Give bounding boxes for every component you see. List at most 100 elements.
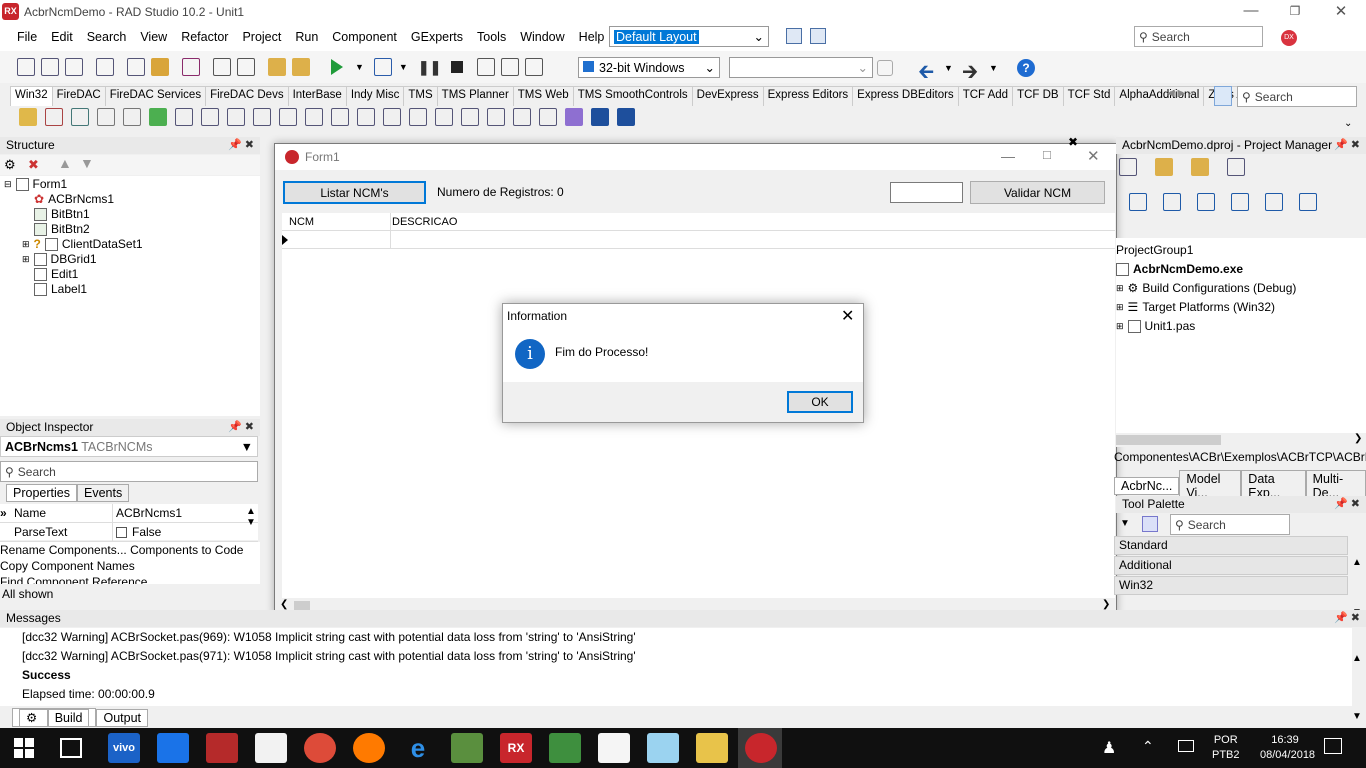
menu-item-refactor[interactable]: Refactor <box>174 30 235 44</box>
palette-tab[interactable]: TMS Web <box>512 86 574 106</box>
checkbox[interactable] <box>116 526 127 538</box>
palette-tab[interactable]: TCF DB <box>1012 86 1064 106</box>
menu-item-gexperts[interactable]: GExperts <box>404 30 470 44</box>
datetime-icon[interactable] <box>253 108 271 126</box>
column-descricao[interactable]: DESCRICAO <box>392 216 457 228</box>
components-to-code-link[interactable]: Components to Code <box>130 543 243 557</box>
pin-icon[interactable]: 📌 ✖ <box>1334 611 1360 626</box>
menu-item-search[interactable]: Search <box>80 30 134 44</box>
save-layout-icon[interactable] <box>786 28 802 44</box>
updown-icon[interactable] <box>175 108 193 126</box>
ribbon-icon[interactable] <box>565 108 583 126</box>
pin-icon[interactable]: 📌 ✖ <box>1334 497 1360 512</box>
project-options-icon[interactable] <box>96 58 114 76</box>
close-icon[interactable]: ✖ <box>1068 135 1078 149</box>
object-selector[interactable]: ACBrNcms1 TACBrNCMs ▼ <box>0 436 258 457</box>
copy-names-link[interactable]: Copy Component Names <box>0 558 260 574</box>
pause-icon[interactable]: ❚❚ <box>418 59 441 76</box>
tool-palette-search[interactable]: ⚲ Search <box>1170 514 1290 535</box>
palette-tab[interactable]: TCF Std <box>1062 86 1116 106</box>
monitor-icon[interactable] <box>591 108 609 126</box>
network-icon[interactable] <box>1178 740 1194 752</box>
column-ncm[interactable]: NCM <box>289 216 314 228</box>
category-win32[interactable]: Win32 <box>1114 576 1348 595</box>
frames-icon[interactable] <box>19 108 37 126</box>
popup-icon[interactable] <box>71 108 89 126</box>
device-manager-icon[interactable] <box>877 60 893 76</box>
scroll-right-icon[interactable]: ❯ <box>1354 433 1362 444</box>
tree-item-bitbtn2[interactable]: BitBtn2 <box>4 222 143 237</box>
property-value[interactable]: False <box>112 522 161 542</box>
menu-item-tools[interactable]: Tools <box>470 30 513 44</box>
run-icon[interactable] <box>331 59 343 75</box>
stop-icon[interactable] <box>451 61 464 73</box>
message-success[interactable]: Success <box>22 666 1352 685</box>
notepad-icon[interactable] <box>598 733 630 763</box>
palette-tab[interactable]: DevExpress <box>691 86 764 106</box>
tab-events[interactable]: Events <box>76 484 130 502</box>
teamviewer-icon[interactable] <box>157 733 189 763</box>
close-icon[interactable]: ✕ <box>1087 147 1100 165</box>
scroll-left-icon[interactable]: ❮ <box>280 599 288 610</box>
palette-tab[interactable]: TMS <box>403 86 438 106</box>
grid-component-icon[interactable] <box>305 108 323 126</box>
menu-item-edit[interactable]: Edit <box>44 30 80 44</box>
tree-item-dbgrid1[interactable]: ⊞ DBGrid1 <box>4 252 143 267</box>
close-icon[interactable]: ✕ <box>841 306 854 326</box>
pin-icon[interactable]: 📌 ✖ <box>228 420 254 435</box>
tab-properties[interactable]: Properties <box>6 484 77 502</box>
menu-item-project[interactable]: Project <box>235 30 288 44</box>
remove-file-icon[interactable] <box>292 58 310 76</box>
palette-tab[interactable]: Express Editors <box>762 86 854 106</box>
build-icon[interactable] <box>1231 193 1249 211</box>
folder-icon[interactable] <box>1191 158 1209 176</box>
message-line[interactable]: [dcc32 Warning] ACBrSocket.pas(971): W10… <box>22 647 1352 666</box>
taskbar-component-icon[interactable] <box>617 108 635 126</box>
statusbar-icon[interactable] <box>409 108 427 126</box>
close-icon[interactable]: ✕ <box>1326 2 1356 22</box>
monthcal-icon[interactable] <box>279 108 297 126</box>
cursor-select-icon[interactable] <box>1214 86 1232 106</box>
menu-item-file[interactable]: File <box>10 30 44 44</box>
tab-build[interactable]: ⚙ Build <box>12 708 97 727</box>
edge-icon[interactable]: e <box>402 733 434 763</box>
chevron-down-icon[interactable]: ▼ <box>989 63 998 73</box>
list-icon[interactable] <box>1197 193 1215 211</box>
chevron-down-icon[interactable]: ▼ <box>355 62 364 72</box>
find-reference-link[interactable]: Find Component Reference <box>0 574 260 584</box>
palette-search-input[interactable]: ⚲ Search <box>1237 86 1357 107</box>
scroll-right-icon[interactable]: ❯ <box>1102 599 1110 610</box>
filter-icon[interactable]: ⚙ <box>4 157 16 173</box>
xp-manifest-icon[interactable] <box>539 108 557 126</box>
profile-icon[interactable]: DX <box>1281 30 1297 46</box>
palette-tab[interactable]: InterBase <box>287 86 347 106</box>
acbr-demo-icon[interactable] <box>745 733 777 763</box>
scroll-icon[interactable]: ▲ ▼ <box>246 506 256 528</box>
cursor-icon[interactable] <box>1142 516 1158 532</box>
collapse-icon[interactable] <box>1163 193 1181 211</box>
restore-icon[interactable]: ❐ <box>1280 4 1310 24</box>
category-additional[interactable]: Additional <box>1114 556 1348 575</box>
progress-icon[interactable] <box>149 108 167 126</box>
tree-item-form1[interactable]: ⊟ Form1 <box>4 177 143 192</box>
mainmenu-icon[interactable] <box>45 108 63 126</box>
tree-item-build-config[interactable]: ⊞ ⚙ Build Configurations (Debug) <box>1116 279 1296 298</box>
validate-ncm-button[interactable]: Validar NCM <box>970 181 1105 204</box>
menu-item-window[interactable]: Window <box>513 30 571 44</box>
message-elapsed[interactable]: Elapsed time: 00:00:00.9 <box>22 685 1352 704</box>
palette-tab[interactable]: FireDAC <box>51 86 106 106</box>
tree-item-bitbtn1[interactable]: BitBtn1 <box>4 207 143 222</box>
network-app-icon[interactable] <box>451 733 483 763</box>
palette-tab[interactable]: Indy Misc <box>345 86 405 106</box>
new-items-icon[interactable] <box>127 58 145 76</box>
pin-icon[interactable]: 📌 ✖ <box>1334 138 1360 153</box>
toolbar-component-icon[interactable] <box>435 108 453 126</box>
palette-tab[interactable]: Express DBEditors <box>852 86 959 106</box>
listview-icon[interactable] <box>357 108 375 126</box>
platform-combo[interactable]: 32-bit Windows ⌄ <box>578 57 720 78</box>
config-combo[interactable]: ⌄ <box>729 57 873 78</box>
minimize-icon[interactable]: — <box>1001 148 1015 164</box>
combobox-ex-icon[interactable] <box>513 108 531 126</box>
language-indicator[interactable]: POR PTB2 <box>1212 733 1240 763</box>
pagescroller-icon[interactable] <box>487 108 505 126</box>
